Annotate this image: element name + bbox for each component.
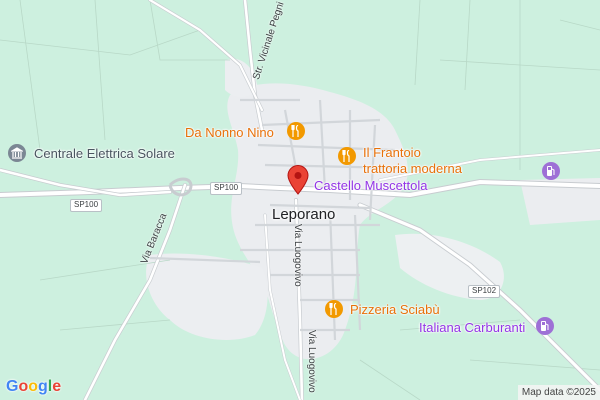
- google-logo-letter: o: [18, 378, 29, 395]
- map-pin-icon[interactable]: [287, 165, 309, 195]
- street-label-luogovivo: Via Luogovivo: [292, 224, 303, 287]
- urban-area-south: [146, 253, 268, 340]
- google-logo-letter: e: [52, 378, 62, 395]
- road-shield-sp100-center: SP100: [210, 182, 243, 195]
- fork-knife-icon[interactable]: [325, 300, 343, 318]
- google-logo-letter: G: [6, 378, 19, 395]
- fuel-pump-icon[interactable]: [542, 162, 560, 180]
- map-canvas[interactable]: SP100 SP100 SP102 Str. Vicinale Pegni Vi…: [0, 0, 600, 400]
- road-shield-sp100-west: SP100: [70, 199, 103, 212]
- poi-label-da-nonno-nino[interactable]: Da Nonno Nino: [185, 126, 274, 139]
- town-label[interactable]: Leporano: [272, 207, 335, 222]
- poi-label-il-frantoio-subtitle[interactable]: trattoria moderna: [363, 162, 462, 175]
- poi-label-il-frantoio[interactable]: Il Frantoio: [363, 146, 421, 159]
- google-logo-letter: o: [28, 378, 39, 395]
- road-shield-sp102: SP102: [468, 285, 501, 298]
- street-label-luogovivo-lower: Via Luogovivo: [306, 330, 317, 393]
- poi-label-pizzeria-sciabu[interactable]: Pizzeria Sciabù: [350, 303, 440, 316]
- poi-label-italiana-carburanti[interactable]: Italiana Carburanti: [419, 321, 525, 334]
- poi-label-castello-muscettola[interactable]: Castello Muscettola: [314, 179, 427, 192]
- poi-label-centrale-elettrica-solare[interactable]: Centrale Elettrica Solare: [34, 147, 175, 160]
- fork-knife-icon[interactable]: [287, 122, 305, 140]
- google-logo[interactable]: Google: [6, 378, 61, 396]
- museum-icon[interactable]: [8, 144, 26, 162]
- map-attribution[interactable]: Map data ©2025: [517, 385, 600, 400]
- fork-knife-icon[interactable]: [338, 147, 356, 165]
- google-logo-letter: g: [38, 378, 48, 395]
- fuel-pump-icon[interactable]: [536, 317, 554, 335]
